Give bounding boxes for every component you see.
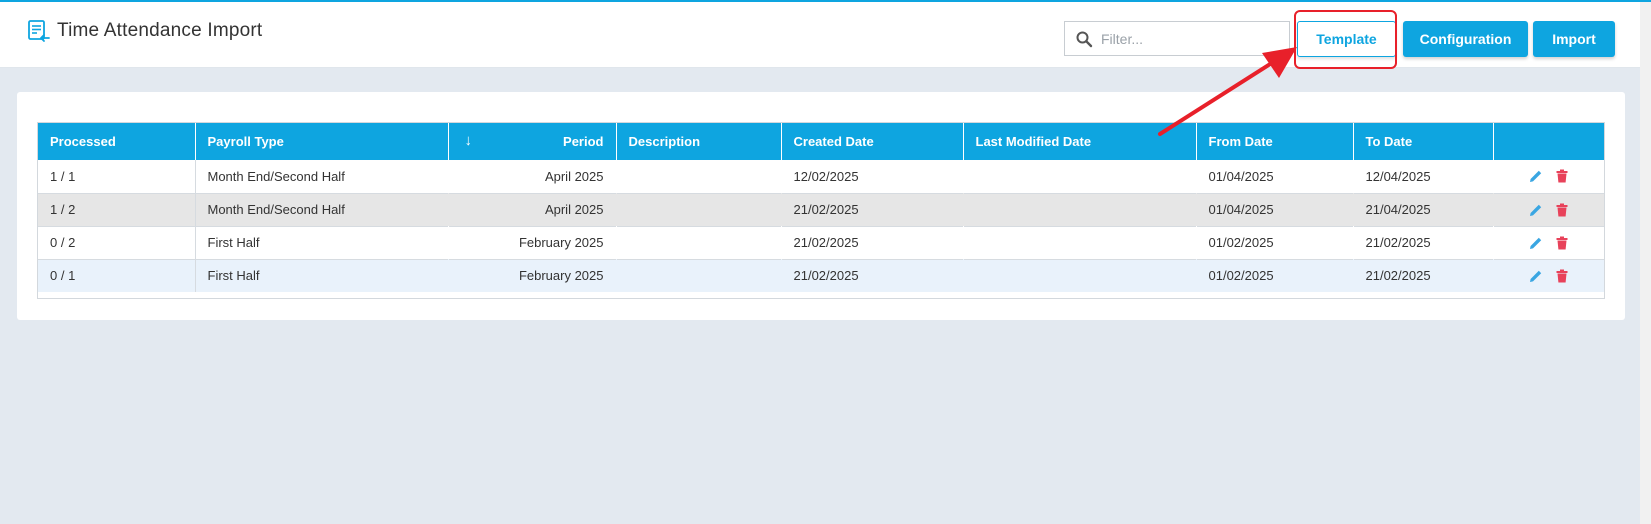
table-row[interactable]: 0 / 2 First Half February 2025 21/02/2025 01…: [38, 226, 1604, 259]
cell-payroll-type: First Half: [207, 235, 260, 250]
col-header-description[interactable]: Description: [616, 123, 782, 160]
cell-last-modified-date: [963, 259, 1196, 292]
cell-created-date: 21/02/2025: [793, 235, 859, 250]
cell-period: February 2025: [518, 268, 604, 284]
cell-created-date: 21/02/2025: [793, 202, 859, 217]
cell-from-date: 01/04/2025: [1208, 168, 1274, 184]
trash-icon[interactable]: [1555, 269, 1569, 283]
cell-from-date: 01/04/2025: [1208, 202, 1274, 217]
filter-box[interactable]: [1064, 21, 1290, 56]
row-actions: [1506, 236, 1592, 250]
cell-period: April 2025: [544, 168, 604, 184]
cell-created-date: 21/02/2025: [793, 268, 859, 284]
cell-actions: [1492, 160, 1604, 193]
cell-description: [616, 160, 781, 193]
sort-descending-icon: ↓: [464, 132, 473, 149]
cell-processed: 1 / 2: [38, 193, 196, 226]
col-header-period[interactable]: ↓ Period: [448, 123, 617, 160]
pencil-icon[interactable]: [1529, 169, 1543, 183]
import-button[interactable]: Import: [1533, 21, 1615, 57]
table-row[interactable]: 1 / 2 Month End/Second Half April 2025 21/0…: [38, 193, 1604, 226]
cell-processed: 0 / 2: [38, 226, 196, 259]
col-header-to-date[interactable]: To Date: [1353, 123, 1494, 160]
cell-actions: [1492, 259, 1604, 292]
trash-icon[interactable]: [1555, 203, 1569, 217]
row-actions: [1506, 269, 1592, 283]
table-row[interactable]: 1 / 1 Month End/Second Half April 2025 12/0…: [38, 160, 1604, 193]
cell-period: April 2025: [544, 202, 604, 217]
row-actions: [1506, 203, 1592, 217]
col-header-created-date[interactable]: Created Date: [781, 123, 964, 160]
col-header-actions: [1493, 123, 1604, 160]
page-scrollbar[interactable]: [1640, 2, 1651, 524]
row-actions: [1506, 169, 1592, 183]
search-icon: [1076, 31, 1093, 47]
cell-payroll-type: Month End/Second Half: [207, 168, 345, 184]
cell-description: [616, 259, 781, 292]
cell-processed: 1 / 1: [38, 160, 196, 193]
cell-to-date: 21/04/2025: [1365, 202, 1431, 217]
trash-icon[interactable]: [1555, 236, 1569, 250]
cell-processed: 0 / 1: [38, 259, 196, 292]
cell-last-modified-date: [963, 226, 1196, 259]
col-header-period-label: Period: [563, 134, 604, 149]
cell-to-date: 21/02/2025: [1365, 235, 1431, 250]
import-table: Processed Payroll Type ↓ Period Descript…: [38, 123, 1605, 292]
page-header: Time Attendance Import Template Configur…: [0, 2, 1640, 68]
pencil-icon[interactable]: [1529, 269, 1543, 283]
cell-payroll-type: First Half: [207, 268, 260, 284]
col-header-from-date[interactable]: From Date: [1196, 123, 1354, 160]
page-title: Time Attendance Import: [57, 20, 263, 41]
cell-from-date: 01/02/2025: [1208, 235, 1274, 250]
col-header-last-modified-date[interactable]: Last Modified Date: [963, 123, 1197, 160]
col-header-payroll-type[interactable]: Payroll Type: [195, 123, 449, 160]
import-table-container: Processed Payroll Type ↓ Period Descript…: [37, 122, 1605, 299]
import-document-icon: [28, 20, 50, 42]
template-button[interactable]: Template: [1297, 21, 1396, 57]
filter-input[interactable]: [1101, 30, 1281, 47]
trash-icon[interactable]: [1555, 169, 1569, 183]
cell-from-date: 01/02/2025: [1208, 268, 1274, 284]
title-group: Time Attendance Import: [26, 19, 262, 43]
cell-period: February 2025: [518, 235, 604, 250]
cell-to-date: 21/02/2025: [1365, 268, 1431, 284]
cell-actions: [1492, 193, 1604, 226]
pencil-icon[interactable]: [1529, 203, 1543, 217]
cell-to-date: 12/04/2025: [1365, 168, 1431, 184]
table-header-row: Processed Payroll Type ↓ Period Descript…: [38, 123, 1604, 160]
cell-last-modified-date: [963, 160, 1196, 193]
configuration-button[interactable]: Configuration: [1403, 21, 1528, 57]
cell-description: [616, 193, 781, 226]
table-row[interactable]: 0 / 1 First Half February 2025 21/02/2025 01…: [38, 259, 1604, 292]
cell-payroll-type: Month End/Second Half: [207, 202, 345, 217]
cell-last-modified-date: [963, 193, 1196, 226]
col-header-processed[interactable]: Processed: [38, 123, 196, 160]
cell-description: [616, 226, 781, 259]
pencil-icon[interactable]: [1529, 236, 1543, 250]
cell-actions: [1492, 226, 1604, 259]
content-card: Processed Payroll Type ↓ Period Descript…: [17, 92, 1625, 320]
cell-created-date: 12/02/2025: [793, 168, 859, 184]
